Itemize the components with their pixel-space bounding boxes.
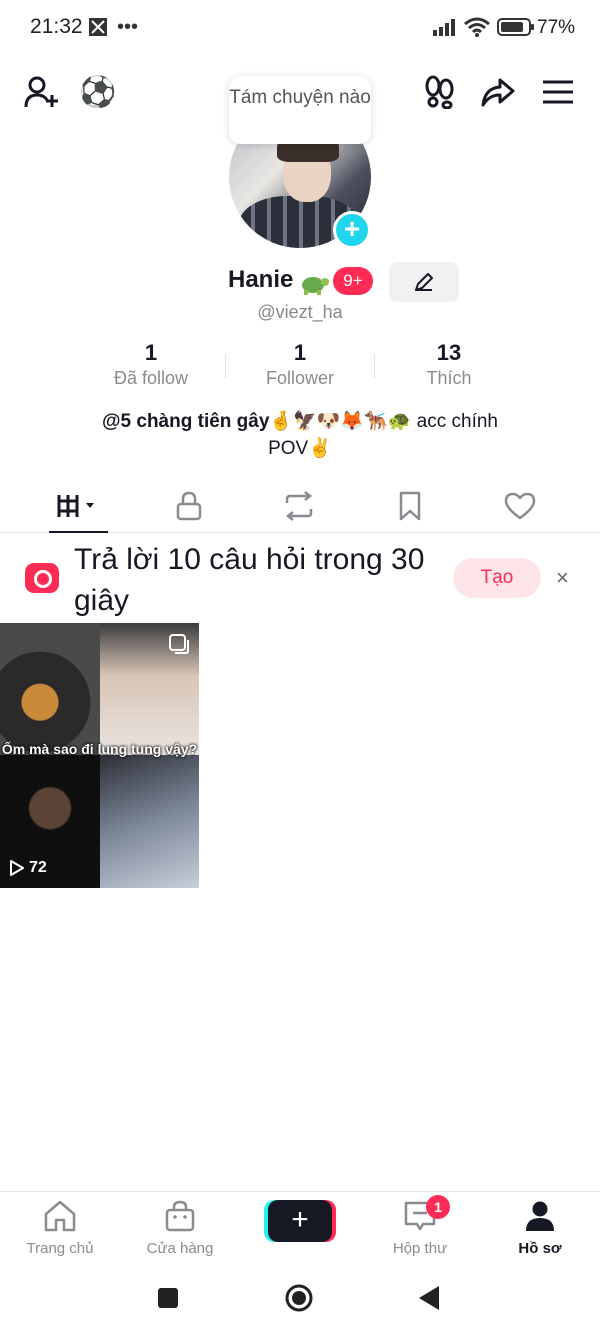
add-friend-icon[interactable] — [22, 72, 62, 112]
bottom-nav: Trang chủ Cửa hàng + Hộp thư 1 Hồ sơ — [0, 1191, 600, 1271]
qa-prompt-title: Trả lời 10 câu hỏi trong 30 giây — [74, 543, 425, 617]
nav-profile[interactable]: Hồ sơ — [480, 1200, 600, 1257]
footprints-icon[interactable] — [420, 72, 460, 112]
tab-videos[interactable] — [18, 478, 138, 533]
bio-line-2: POV✌️ — [268, 438, 332, 459]
back-icon[interactable] — [417, 1285, 441, 1316]
repost-icon — [285, 490, 313, 521]
nav-profile-label: Hồ sơ — [518, 1240, 562, 1257]
wifi-icon — [463, 16, 491, 43]
profile-icon — [526, 1201, 554, 1231]
add-story-button[interactable]: + — [333, 211, 371, 249]
tab-private[interactable] — [129, 478, 249, 533]
cell-signal-icon — [433, 18, 457, 41]
system-nav-bar — [0, 1271, 600, 1334]
nav-shop[interactable]: Cửa hàng — [120, 1200, 240, 1257]
create-video-button[interactable]: + — [268, 1200, 332, 1242]
status-time: 21:32 — [30, 15, 83, 38]
multi-image-icon — [168, 633, 190, 660]
inbox-badge: 1 — [426, 1195, 450, 1219]
create-button[interactable]: Tạo — [453, 558, 541, 598]
profile-bio: @5 chàng tiên gây🤞🦅🐶🦊🐕‍🦺🐢 acc chính POV✌… — [0, 408, 600, 462]
nav-home[interactable]: Trang chủ — [0, 1200, 120, 1257]
battery-percent: 77% — [537, 17, 576, 38]
tab-liked[interactable] — [460, 478, 580, 533]
active-tab-indicator — [49, 531, 108, 533]
bio-text: acc chính — [411, 411, 498, 432]
turtle-emoji-icon — [299, 270, 329, 301]
home-button-icon[interactable] — [284, 1283, 314, 1318]
videos-grid-icon — [57, 494, 94, 517]
stat-value: 1 — [144, 340, 158, 365]
nav-inbox-label: Hộp thư — [392, 1240, 448, 1257]
shopping-bag-icon — [165, 1200, 195, 1232]
view-count: 72 — [9, 859, 47, 877]
stat-value: 1 — [293, 340, 307, 365]
display-name: Hanie — [228, 266, 294, 293]
stat-label: Đã follow — [113, 368, 189, 388]
battery-icon — [497, 17, 535, 42]
name-row: Hanie 9+ — [0, 262, 600, 302]
nav-inbox[interactable]: Hộp thư — [360, 1200, 480, 1257]
username-handle: @viezt_ha — [257, 302, 343, 322]
lock-icon — [176, 491, 202, 520]
heart-icon — [504, 492, 536, 519]
video-thumbnail[interactable]: Ốm mà sao đi lung tung vậy? 72 — [0, 623, 199, 888]
share-icon[interactable] — [478, 72, 518, 112]
qa-prompt-banner: Trả lời 10 câu hỏi trong 30 giây Tạo × — [0, 535, 600, 623]
more-notifications-icon: ••• — [117, 16, 139, 38]
nav-home-label: Trang chủ — [26, 1240, 94, 1257]
profile-tabs — [0, 478, 600, 533]
bio-mention[interactable]: @5 chàng tiên gây — [102, 411, 269, 432]
menu-icon[interactable] — [538, 72, 578, 112]
camera-icon — [25, 563, 59, 593]
play-icon — [10, 860, 24, 876]
collage-sleeping — [100, 755, 199, 888]
status-bar: 21:32 ••• 77% — [0, 0, 600, 56]
stat-likes[interactable]: 13 Thích — [374, 340, 524, 389]
stat-label: Thích — [426, 368, 472, 388]
edit-profile-button[interactable] — [389, 262, 459, 302]
bio-emojis: 🤞🦅🐶🦊🐕‍🦺🐢 — [269, 411, 412, 432]
app-notification-icon — [88, 17, 108, 42]
soccer-ball-icon[interactable]: ⚽ — [78, 72, 118, 112]
pencil-icon — [415, 273, 433, 291]
profile-stats: 1 Đã follow 1 Follower 13 Thích — [0, 340, 600, 396]
chat-tooltip[interactable]: Tám chuyện nào — [229, 76, 371, 144]
notification-badge[interactable]: 9+ — [333, 267, 373, 295]
video-caption: Ốm mà sao đi lung tung vậy? — [1, 741, 198, 757]
stat-value: 13 — [436, 340, 462, 365]
close-icon[interactable]: × — [556, 565, 569, 591]
bio-line-1: @5 chàng tiên gây🤞🦅🐶🦊🐕‍🦺🐢 acc chính — [0, 408, 600, 435]
view-count-value: 72 — [29, 859, 47, 876]
stat-followers[interactable]: 1 Follower — [225, 340, 375, 389]
nav-shop-label: Cửa hàng — [146, 1240, 214, 1257]
bookmark-icon — [399, 491, 421, 520]
tab-reposts[interactable] — [239, 478, 359, 533]
home-icon — [44, 1200, 76, 1232]
collage-pancake — [0, 623, 100, 755]
recents-icon[interactable] — [157, 1287, 179, 1314]
stat-following[interactable]: 1 Đã follow — [76, 340, 226, 389]
stat-label: Follower — [265, 368, 335, 388]
tab-saved[interactable] — [350, 478, 470, 533]
